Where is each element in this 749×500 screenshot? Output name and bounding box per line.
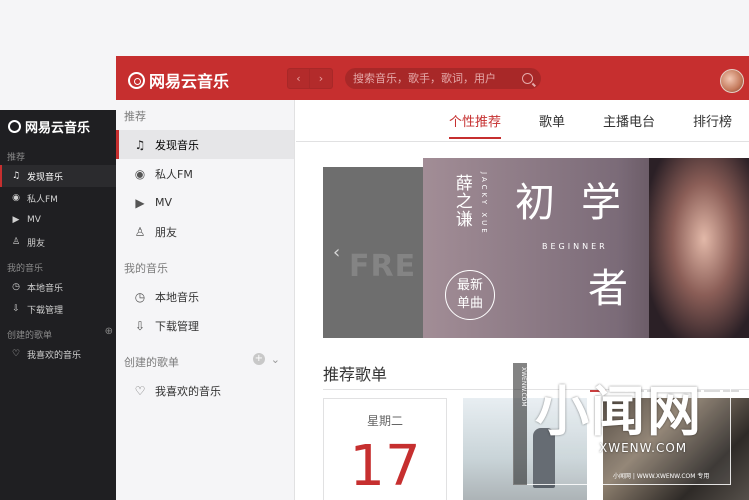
heart-icon: ♡ <box>134 383 146 398</box>
netease-logo-icon <box>8 119 21 133</box>
sidebar-item-discover[interactable]: ♫ 发现音乐 <box>116 130 294 159</box>
radio-icon: ◉ <box>134 166 146 181</box>
banner-current-slide[interactable]: 薛之谦 JACKY XUE 初学 BEGINNER 者 最新 单曲 <box>423 158 749 338</box>
sidebar-section-created: 创建的歌单 + ⌄ <box>124 353 280 369</box>
music-note-icon: ♫ <box>134 137 146 152</box>
search-box[interactable] <box>345 68 541 89</box>
watermark-url: XWENW.COM <box>599 441 688 455</box>
heart-icon: ♡ <box>11 349 21 359</box>
sidebar-item-fm[interactable]: ◉ 私人FM <box>116 159 294 188</box>
video-icon: ▶ <box>135 195 145 210</box>
banner-subtitle: BEGINNER <box>542 242 608 251</box>
banner-artist-en: JACKY XUE <box>480 172 488 236</box>
sidebar-item-friends[interactable]: ♙ 朋友 <box>116 217 294 246</box>
dark-item-mv[interactable]: ▶ MV <box>0 209 116 231</box>
dark-section-recommend: 推荐 <box>7 153 26 163</box>
artist-photo <box>649 158 749 338</box>
banner-title: 初学 <box>515 180 647 226</box>
chevron-down-icon[interactable]: ⌄ <box>271 353 280 366</box>
sidebar-section-recommend: 推荐 <box>124 110 146 123</box>
history-nav: ‹ › <box>287 68 333 89</box>
section-title-recommended-playlists: 推荐歌单 <box>323 365 388 384</box>
dark-section-my-music: 我的音乐 <box>7 264 44 274</box>
dark-item-friends[interactable]: ♙ 朋友 <box>0 231 116 253</box>
dark-item-local[interactable]: ◷ 本地音乐 <box>0 276 116 298</box>
download-icon: ⇩ <box>12 304 20 314</box>
tab-divider <box>296 141 749 142</box>
watermark-footer: 小闻网 | WWW.XWENW.COM 专用 <box>613 473 710 480</box>
add-playlist-icon[interactable]: ⊕ <box>105 326 113 337</box>
calendar-weekday: 星期二 <box>366 414 403 428</box>
daily-recommend-card[interactable]: 星期二 17 <box>323 398 447 500</box>
search-icon[interactable] <box>522 73 533 84</box>
banner-artist: 薛之谦 <box>451 174 472 228</box>
avatar[interactable] <box>720 69 744 93</box>
tab-playlists[interactable]: 歌单 <box>539 111 565 139</box>
download-icon: ⇩ <box>134 318 146 333</box>
dark-item-downloads[interactable]: ⇩ 下载管理 <box>0 298 116 320</box>
tab-radio[interactable]: 主播电台 <box>603 111 655 139</box>
calendar-day: 17 <box>349 434 421 499</box>
dark-item-liked[interactable]: ♡ 我喜欢的音乐 <box>0 343 116 365</box>
chevron-left-icon[interactable]: ‹ <box>333 242 340 263</box>
friends-icon: ♙ <box>11 237 21 247</box>
sidebar: 推荐 ♫ 发现音乐 ◉ 私人FM ▶ MV ♙ 朋友 我的音乐 ◷ 本地音乐 ⇩… <box>116 100 295 500</box>
banner-prev-slide[interactable]: FRE ‹ <box>323 167 423 338</box>
dark-item-discover[interactable]: ♫ 发现音乐 <box>0 165 116 187</box>
dark-app-title: 网易云音乐 <box>0 110 116 142</box>
clock-icon: ◷ <box>12 282 20 292</box>
banner-carousel[interactable]: FRE ‹ 薛之谦 JACKY XUE 初学 BEGINNER 者 最新 单曲 <box>323 158 749 338</box>
banner-title-line2: 者 <box>588 266 628 312</box>
sidebar-item-liked-music[interactable]: ♡ 我喜欢的音乐 <box>116 376 294 405</box>
watermark-strip: XWENW.COM <box>513 363 527 485</box>
sidebar-section-my-music: 我的音乐 <box>124 262 168 275</box>
title-bar: 网易云音乐 ‹ › <box>116 56 749 100</box>
dark-section-created: 创建的歌单 ⊕ <box>7 326 113 341</box>
desktop: 网易云音乐 推荐 ♫ 发现音乐 ◉ 私人FM ▶ MV ♙ 朋友 我的音乐 ◷ … <box>0 0 749 500</box>
search-input[interactable] <box>353 72 522 85</box>
new-single-badge: 最新 单曲 <box>445 270 495 320</box>
watermark-text: 小闻网 <box>535 380 703 443</box>
background-dark-window: 网易云音乐 推荐 ♫ 发现音乐 ◉ 私人FM ▶ MV ♙ 朋友 我的音乐 ◷ … <box>0 110 116 500</box>
sidebar-item-downloads[interactable]: ⇩ 下载管理 <box>116 311 294 340</box>
clock-icon: ◷ <box>134 289 146 304</box>
watermark: XWENW.COM 小闻网 XWENW.COM 小闻网 | WWW.XWENW.… <box>513 363 749 485</box>
dark-item-fm[interactable]: ◉ 私人FM <box>0 187 116 209</box>
netease-logo-icon <box>128 71 145 89</box>
sidebar-item-mv[interactable]: ▶ MV <box>116 188 294 217</box>
add-playlist-icon[interactable]: + <box>252 353 265 365</box>
music-note-icon: ♫ <box>11 171 21 181</box>
tab-charts[interactable]: 排行榜 <box>693 111 732 139</box>
video-icon: ▶ <box>12 215 20 225</box>
radio-icon: ◉ <box>12 193 20 203</box>
app-title: 网易云音乐 <box>149 72 230 91</box>
tab-bar: 个性推荐 歌单 主播电台 排行榜 <box>449 111 732 139</box>
forward-button[interactable]: › <box>310 68 333 89</box>
tab-personal-recommend[interactable]: 个性推荐 <box>449 111 502 139</box>
banner-prev-text: FRE <box>349 249 417 284</box>
sidebar-item-local-music[interactable]: ◷ 本地音乐 <box>116 282 294 311</box>
friends-icon: ♙ <box>134 224 146 239</box>
back-button[interactable]: ‹ <box>287 68 310 89</box>
section-tools: + ⌄ <box>252 353 280 366</box>
app-logo[interactable]: 网易云音乐 <box>128 68 229 92</box>
